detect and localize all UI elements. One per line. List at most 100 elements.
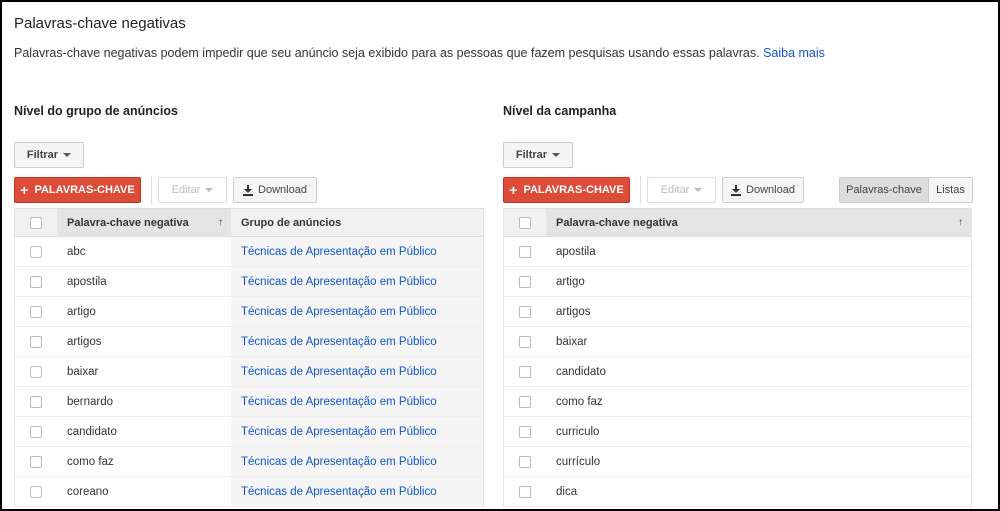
page-frame: Palavras-chave negativas Palavras-chave … bbox=[0, 0, 1000, 511]
table-row: candidato Técnicas de Apresentação em Púb… bbox=[15, 417, 483, 447]
keyword-cell[interactable]: baixar bbox=[546, 327, 971, 356]
select-all-cell bbox=[504, 209, 546, 236]
keyword-cell[interactable]: apostila bbox=[546, 237, 971, 266]
row-checkbox[interactable] bbox=[519, 305, 531, 318]
column-header-keyword[interactable]: Palavra-chave negativa ↑ bbox=[57, 209, 231, 236]
keyword-cell[interactable]: currículo bbox=[546, 447, 971, 476]
keyword-cell[interactable]: artigos bbox=[546, 297, 971, 326]
keyword-cell[interactable]: artigos bbox=[57, 327, 231, 356]
adgroup-edit-button[interactable]: Editar bbox=[158, 177, 227, 203]
row-checkbox[interactable] bbox=[30, 335, 42, 348]
table-row: baixar bbox=[504, 327, 971, 357]
adgroup-download-button[interactable]: Download bbox=[233, 177, 317, 203]
table-row: como faz bbox=[504, 387, 971, 417]
caret-down-icon bbox=[205, 188, 214, 192]
campaign-section-title: Nível da campanha bbox=[503, 104, 617, 118]
keyword-cell[interactable]: candidato bbox=[546, 357, 971, 386]
select-all-checkbox[interactable] bbox=[519, 216, 531, 229]
learn-more-link[interactable]: Saiba mais bbox=[763, 46, 825, 60]
column-header-ad-group-label: Grupo de anúncios bbox=[241, 216, 342, 229]
row-checkbox[interactable] bbox=[519, 395, 531, 408]
row-checkbox[interactable] bbox=[30, 395, 42, 408]
adgroup-filter-label: Filtrar bbox=[26, 149, 59, 161]
ad-group-link[interactable]: Técnicas de Apresentação em Público bbox=[231, 297, 483, 326]
keyword-cell[interactable]: bernardo bbox=[57, 387, 231, 416]
adgroup-section-title: Nível do grupo de anúncios bbox=[14, 104, 178, 118]
row-checkbox[interactable] bbox=[519, 425, 531, 438]
table-row: artigo Técnicas de Apresentação em Públic… bbox=[15, 297, 483, 327]
table-row: bernardo Técnicas de Apresentação em Públ… bbox=[15, 387, 483, 417]
toggle-keywords-label: Palavras-chave bbox=[846, 184, 922, 196]
toolbar-divider bbox=[151, 176, 152, 204]
column-header-ad-group[interactable]: Grupo de anúncios bbox=[231, 209, 483, 236]
row-checkbox[interactable] bbox=[519, 485, 531, 498]
campaign-section: Nível da campanha Filtrar + PALAVRAS-CHA… bbox=[503, 104, 973, 509]
keyword-cell[interactable]: artigo bbox=[546, 267, 971, 296]
view-toggle: Palavras-chave Listas bbox=[839, 177, 973, 203]
caret-down-icon bbox=[552, 153, 561, 157]
campaign-filter-button[interactable]: Filtrar bbox=[503, 142, 573, 168]
campaign-edit-button[interactable]: Editar bbox=[647, 177, 716, 203]
table-row: currículo bbox=[504, 447, 971, 477]
keyword-cell[interactable]: baixar bbox=[57, 357, 231, 386]
row-checkbox[interactable] bbox=[30, 275, 42, 288]
row-checkbox-cell bbox=[15, 267, 57, 296]
toggle-keywords[interactable]: Palavras-chave bbox=[840, 178, 928, 202]
page-title: Palavras-chave negativas bbox=[14, 15, 186, 32]
toolbar-divider bbox=[640, 176, 641, 204]
keyword-cell[interactable]: coreano bbox=[57, 477, 231, 506]
row-checkbox[interactable] bbox=[30, 455, 42, 468]
campaign-download-button[interactable]: Download bbox=[722, 177, 804, 203]
row-checkbox[interactable] bbox=[519, 275, 531, 288]
keyword-cell[interactable]: como faz bbox=[57, 447, 231, 476]
keyword-cell[interactable]: candidato bbox=[57, 417, 231, 446]
campaign-download-label: Download bbox=[746, 184, 795, 196]
keyword-cell[interactable]: abc bbox=[57, 237, 231, 266]
ad-group-link[interactable]: Técnicas de Apresentação em Público bbox=[231, 327, 483, 356]
table-row: artigo bbox=[504, 267, 971, 297]
column-header-keyword[interactable]: Palavra-chave negativa ↑ bbox=[546, 209, 971, 236]
row-checkbox[interactable] bbox=[519, 245, 531, 258]
adgroup-add-keyword-button[interactable]: + PALAVRAS-CHAVE bbox=[14, 177, 141, 203]
campaign-add-label: PALAVRAS-CHAVE bbox=[523, 184, 624, 196]
row-checkbox[interactable] bbox=[519, 455, 531, 468]
campaign-table-body: apostila artigo artigos baixar candidato como… bbox=[504, 237, 971, 507]
sort-up-icon: ↑ bbox=[218, 217, 223, 228]
row-checkbox-cell bbox=[504, 327, 546, 356]
row-checkbox[interactable] bbox=[30, 485, 42, 498]
table-row: coreano Técnicas de Apresentação em Públi… bbox=[15, 477, 483, 507]
row-checkbox[interactable] bbox=[30, 425, 42, 438]
ad-group-link[interactable]: Técnicas de Apresentação em Público bbox=[231, 417, 483, 446]
row-checkbox[interactable] bbox=[519, 365, 531, 378]
keyword-cell[interactable]: curriculo bbox=[546, 417, 971, 446]
keyword-cell[interactable]: artigo bbox=[57, 297, 231, 326]
row-checkbox[interactable] bbox=[30, 305, 42, 318]
campaign-add-keyword-button[interactable]: + PALAVRAS-CHAVE bbox=[503, 177, 630, 203]
select-all-checkbox[interactable] bbox=[30, 216, 42, 229]
keyword-cell[interactable]: apostila bbox=[57, 267, 231, 296]
keyword-cell[interactable]: como faz bbox=[546, 387, 971, 416]
adgroup-table-body: abc Técnicas de Apresentação em Público ap… bbox=[15, 237, 483, 507]
toggle-lists[interactable]: Listas bbox=[928, 178, 972, 202]
campaign-edit-label: Editar bbox=[660, 184, 690, 196]
row-checkbox[interactable] bbox=[30, 245, 42, 258]
ad-group-link[interactable]: Técnicas de Apresentação em Público bbox=[231, 447, 483, 476]
ad-group-link[interactable]: Técnicas de Apresentação em Público bbox=[231, 387, 483, 416]
table-row: artigos bbox=[504, 297, 971, 327]
ad-group-link[interactable]: Técnicas de Apresentação em Público bbox=[231, 477, 483, 506]
plus-icon: + bbox=[509, 182, 518, 198]
ad-group-link[interactable]: Técnicas de Apresentação em Público bbox=[231, 267, 483, 296]
row-checkbox-cell bbox=[504, 387, 546, 416]
select-all-cell bbox=[15, 209, 57, 236]
column-header-keyword-label: Palavra-chave negativa bbox=[67, 216, 189, 229]
table-row: dica bbox=[504, 477, 971, 507]
row-checkbox-cell bbox=[504, 357, 546, 386]
adgroup-filter-button[interactable]: Filtrar bbox=[14, 142, 84, 168]
ad-group-link[interactable]: Técnicas de Apresentação em Público bbox=[231, 357, 483, 386]
row-checkbox[interactable] bbox=[30, 365, 42, 378]
table-header: Palavra-chave negativa ↑ bbox=[504, 208, 971, 237]
row-checkbox[interactable] bbox=[519, 335, 531, 348]
download-icon bbox=[731, 184, 742, 196]
ad-group-link[interactable]: Técnicas de Apresentação em Público bbox=[231, 237, 483, 266]
keyword-cell[interactable]: dica bbox=[546, 477, 971, 506]
